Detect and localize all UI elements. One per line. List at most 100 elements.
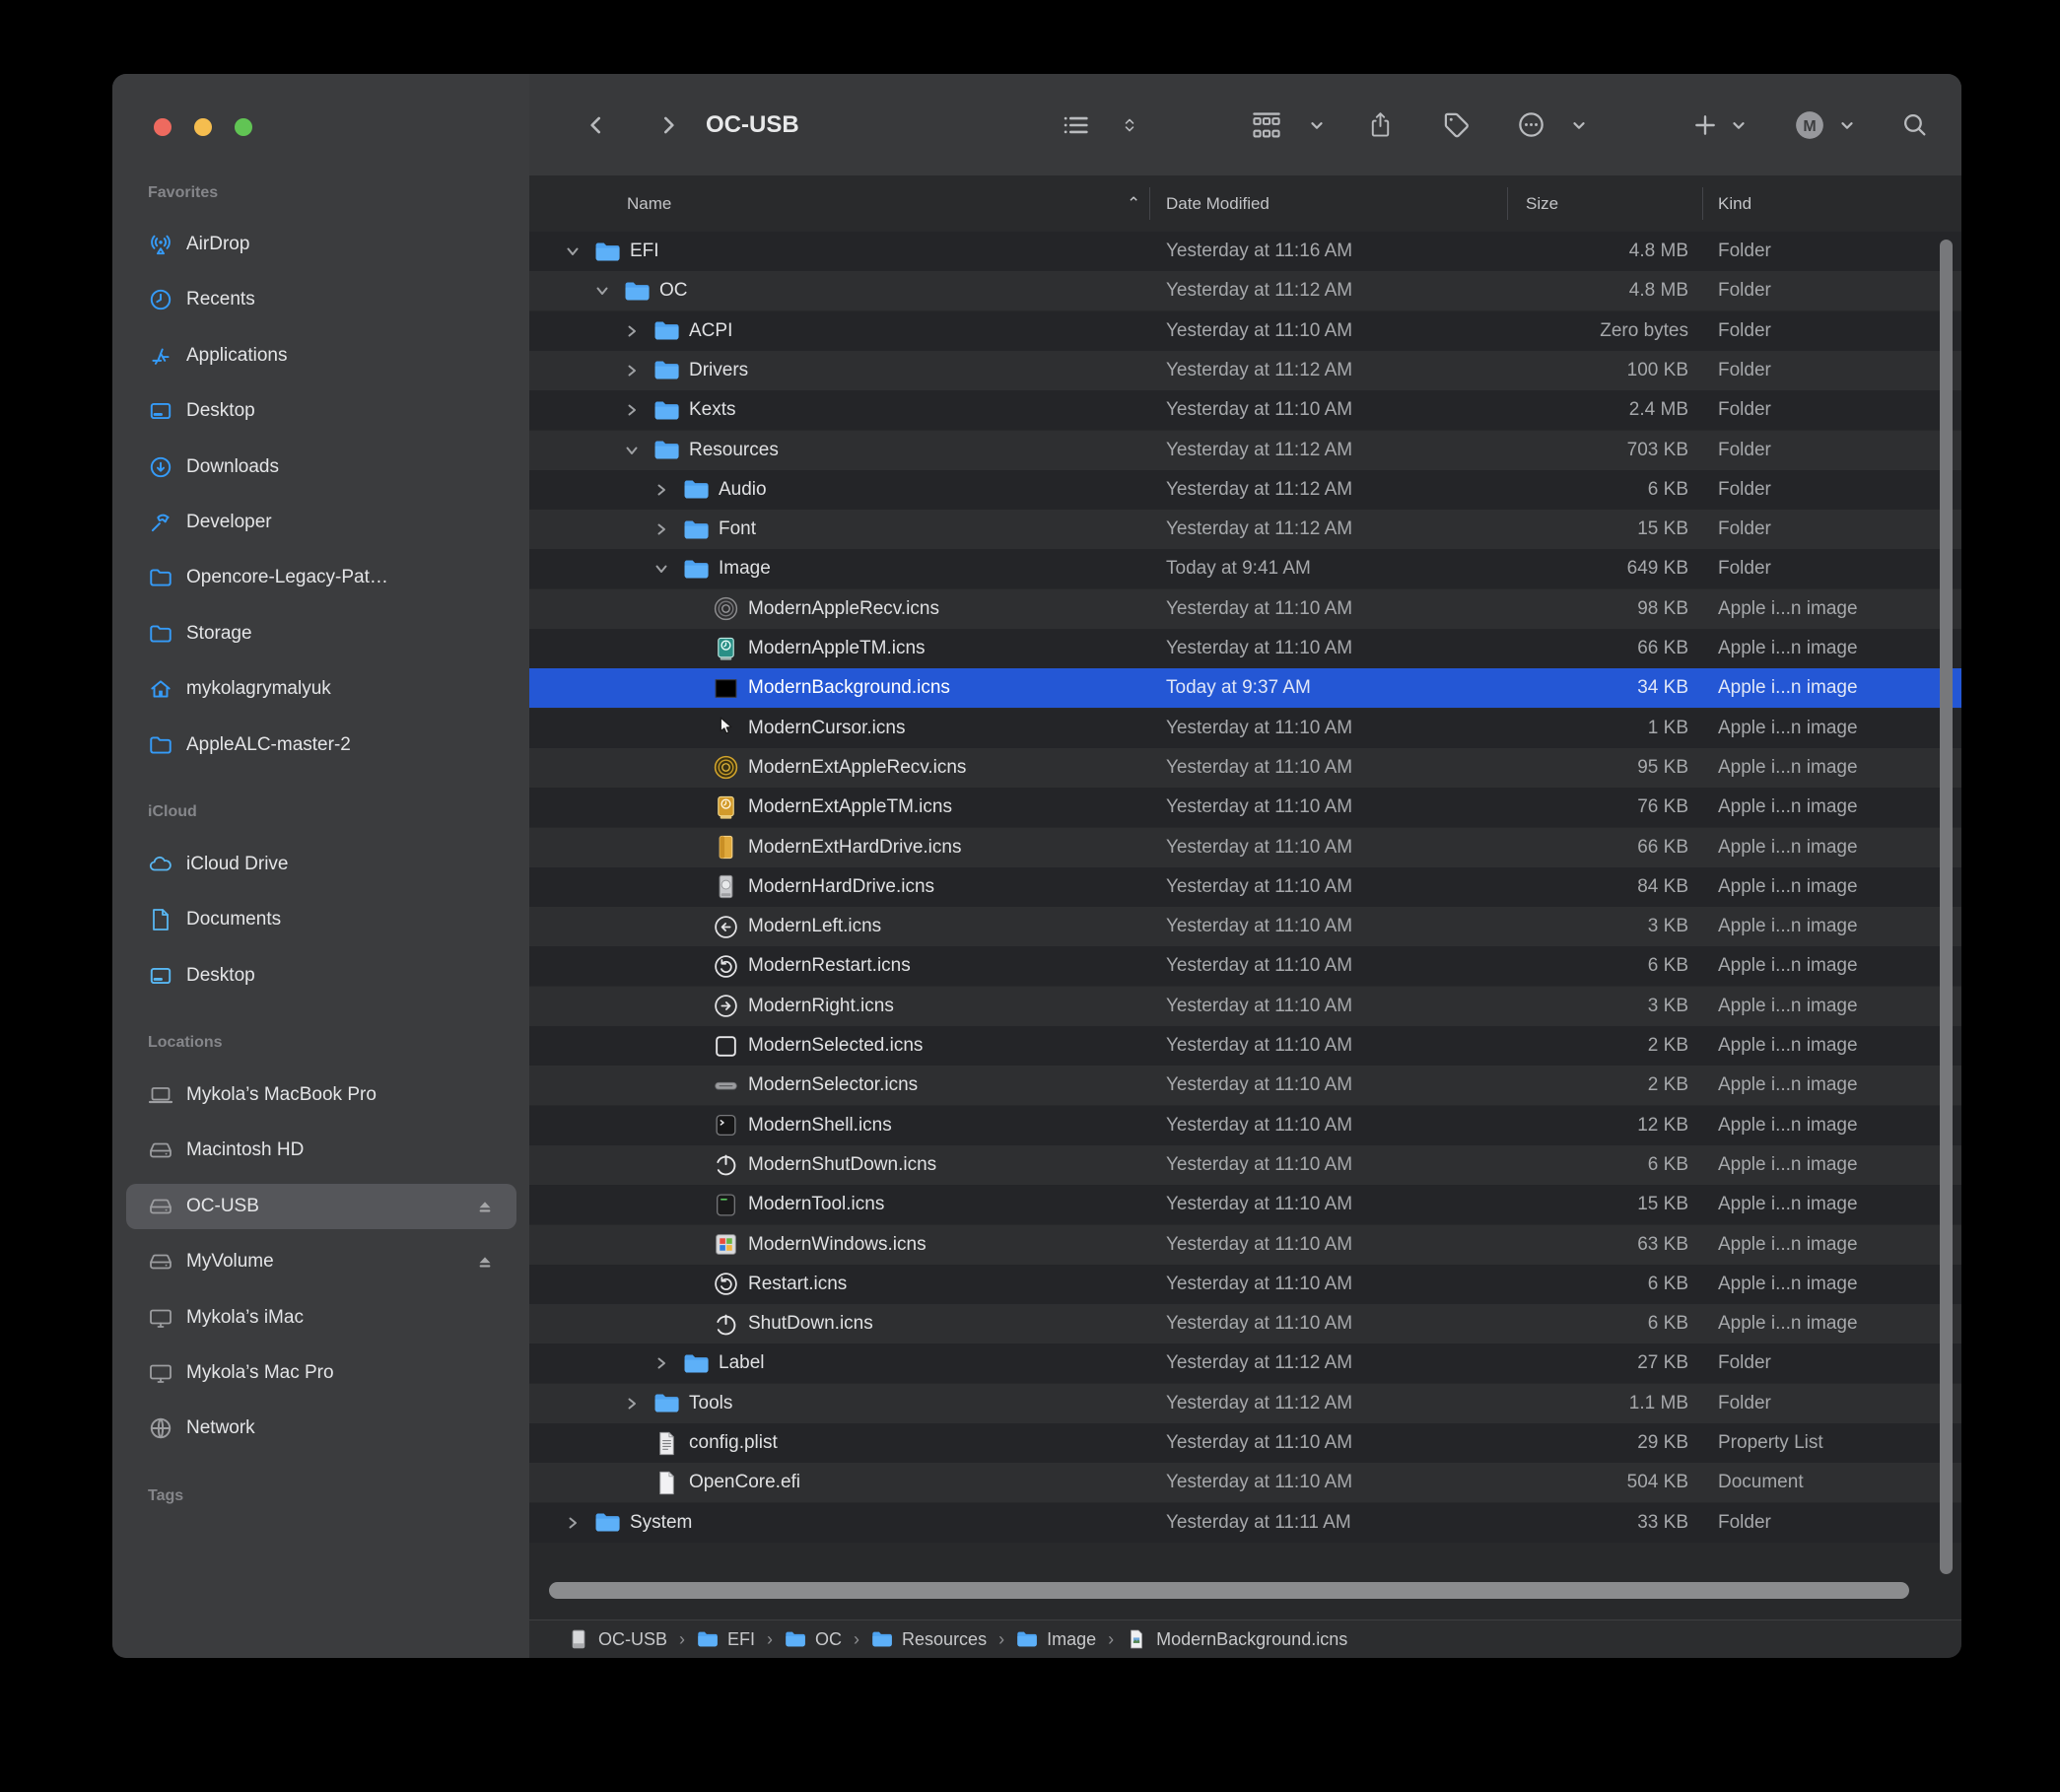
column-header-size[interactable]: Size <box>1526 175 1558 232</box>
file-row-drivers[interactable]: DriversYesterday at 11:12 AM100 KBFolder <box>529 351 1961 390</box>
disclosure-closed-icon[interactable] <box>625 311 639 351</box>
more-chevron-button[interactable] <box>1570 74 1588 175</box>
file-row-modernextharddrive-icns[interactable]: ModernExtHardDrive.icnsYesterday at 11:1… <box>529 828 1961 867</box>
sidebar-item-mykola-s-macbook-pro[interactable]: Mykola’s MacBook Pro <box>126 1072 516 1118</box>
file-row-modernextappletm-icns[interactable]: ModernExtAppleTM.icnsYesterday at 11:10 … <box>529 788 1961 827</box>
column-header-date[interactable]: Date Modified <box>1166 175 1270 232</box>
group-chevron-button[interactable] <box>1308 74 1326 175</box>
sidebar-item-network[interactable]: Network <box>126 1406 516 1451</box>
file-name: Drivers <box>689 351 748 390</box>
file-row-shutdown-icns[interactable]: ShutDown.icnsYesterday at 11:10 AM6 KBAp… <box>529 1304 1961 1344</box>
file-row-modernextapplerecv-icns[interactable]: ModernExtAppleRecv.icnsYesterday at 11:1… <box>529 748 1961 788</box>
sidebar-item-mykola-s-imac[interactable]: Mykola’s iMac <box>126 1295 516 1341</box>
path-item-modernbackground-icns[interactable]: ModernBackground.icns <box>1126 1628 1347 1650</box>
close-button[interactable] <box>154 118 172 136</box>
file-row-moderntool-icns[interactable]: ModernTool.icnsYesterday at 11:10 AM15 K… <box>529 1185 1961 1224</box>
sidebar-item-macintosh-hd[interactable]: Macintosh HD <box>126 1128 516 1173</box>
sidebar-item-applications[interactable]: Applications <box>126 333 516 379</box>
file-row-moderncursor-icns[interactable]: ModernCursor.icnsYesterday at 11:10 AM1 … <box>529 709 1961 748</box>
disclosure-open-icon[interactable] <box>595 271 609 310</box>
file-row-resources[interactable]: ResourcesYesterday at 11:12 AM703 KBFold… <box>529 431 1961 470</box>
sidebar-item-downloads[interactable]: Downloads <box>126 445 516 490</box>
path-item-image[interactable]: Image <box>1016 1628 1096 1650</box>
file-row-modernbackground-icns[interactable]: ModernBackground.icnsToday at 9:37 AM34 … <box>529 668 1961 708</box>
sidebar-item-mykola-s-mac-pro[interactable]: Mykola’s Mac Pro <box>126 1350 516 1396</box>
column-header-name[interactable]: Name <box>627 175 671 232</box>
new-button[interactable] <box>1692 74 1718 175</box>
column-header-kind[interactable]: Kind <box>1718 175 1751 232</box>
disclosure-closed-icon[interactable] <box>654 1344 668 1383</box>
account-button[interactable]: M <box>1794 74 1825 175</box>
path-item-resources[interactable]: Resources <box>871 1628 987 1650</box>
sidebar-item-developer[interactable]: Developer <box>126 500 516 545</box>
more-button[interactable] <box>1517 74 1545 175</box>
sidebar-item-applealc-master-2[interactable]: AppleALC-master-2 <box>126 723 516 768</box>
file-row-font[interactable]: FontYesterday at 11:12 AM15 KBFolder <box>529 510 1961 549</box>
forward-button[interactable] <box>655 74 681 175</box>
disclosure-closed-icon[interactable] <box>654 510 668 549</box>
file-row-opencore-efi[interactable]: OpenCore.efiYesterday at 11:10 AM504 KBD… <box>529 1463 1961 1502</box>
view-list-button[interactable] <box>1062 74 1091 175</box>
file-row-modernselected-icns[interactable]: ModernSelected.icnsYesterday at 11:10 AM… <box>529 1026 1961 1066</box>
file-row-image[interactable]: ImageToday at 9:41 AM649 KBFolder <box>529 549 1961 588</box>
file-row-modernapplerecv-icns[interactable]: ModernAppleRecv.icnsYesterday at 11:10 A… <box>529 589 1961 629</box>
file-kind: Folder <box>1718 1344 1771 1383</box>
back-button[interactable] <box>584 74 609 175</box>
search-button[interactable] <box>1901 74 1928 175</box>
sidebar-item-mykolagrymalyuk[interactable]: mykolagrymalyuk <box>126 666 516 712</box>
share-button[interactable] <box>1367 74 1394 175</box>
account-chevron-button[interactable] <box>1838 74 1856 175</box>
disclosure-open-icon[interactable] <box>625 431 639 470</box>
file-row-modernshutdown-icns[interactable]: ModernShutDown.icnsYesterday at 11:10 AM… <box>529 1145 1961 1185</box>
file-row-modernwindows-icns[interactable]: ModernWindows.icnsYesterday at 11:10 AM6… <box>529 1225 1961 1265</box>
file-row-oc[interactable]: OCYesterday at 11:12 AM4.8 MBFolder <box>529 271 1961 310</box>
path-item-oc-usb[interactable]: OC-USB <box>568 1628 667 1650</box>
eject-icon[interactable] <box>475 1197 495 1216</box>
file-row-modernrestart-icns[interactable]: ModernRestart.icnsYesterday at 11:10 AM6… <box>529 946 1961 986</box>
sidebar-item-recents[interactable]: Recents <box>126 277 516 322</box>
path-item-efi[interactable]: EFI <box>697 1628 755 1650</box>
sidebar-item-airdrop[interactable]: AirDrop <box>126 222 516 267</box>
tags-button[interactable] <box>1442 74 1471 175</box>
disclosure-closed-icon[interactable] <box>625 390 639 430</box>
disclosure-closed-icon[interactable] <box>625 351 639 390</box>
vertical-scrollbar[interactable] <box>1940 240 1953 1574</box>
file-row-modernshell-icns[interactable]: ModernShell.icnsYesterday at 11:10 AM12 … <box>529 1106 1961 1145</box>
sidebar-item-myvolume[interactable]: MyVolume <box>126 1239 516 1284</box>
file-row-acpi[interactable]: ACPIYesterday at 11:10 AMZero bytesFolde… <box>529 311 1961 351</box>
file-row-kexts[interactable]: KextsYesterday at 11:10 AM2.4 MBFolder <box>529 390 1961 430</box>
sidebar-item-oc-usb[interactable]: OC-USB <box>126 1184 516 1229</box>
file-row-tools[interactable]: ToolsYesterday at 11:12 AM1.1 MBFolder <box>529 1384 1961 1423</box>
sidebar-item-desktop[interactable]: Desktop <box>126 953 516 999</box>
minimize-button[interactable] <box>194 118 212 136</box>
file-row-label[interactable]: LabelYesterday at 11:12 AM27 KBFolder <box>529 1344 1961 1383</box>
zoom-button[interactable] <box>235 118 252 136</box>
sidebar-item-desktop[interactable]: Desktop <box>126 388 516 434</box>
file-row-modernappletm-icns[interactable]: ModernAppleTM.icnsYesterday at 11:10 AM6… <box>529 629 1961 668</box>
sidebar-item-documents[interactable]: Documents <box>126 897 516 942</box>
file-row-modernright-icns[interactable]: ModernRight.icnsYesterday at 11:10 AM3 K… <box>529 987 1961 1026</box>
file-date-modified: Yesterday at 11:12 AM <box>1166 271 1352 310</box>
disclosure-open-icon[interactable] <box>566 232 580 271</box>
disclosure-closed-icon[interactable] <box>566 1503 580 1543</box>
disclosure-open-icon[interactable] <box>654 549 668 588</box>
horizontal-scrollbar[interactable] <box>549 1582 1909 1599</box>
disclosure-closed-icon[interactable] <box>625 1384 639 1423</box>
disclosure-closed-icon[interactable] <box>654 470 668 510</box>
file-row-efi[interactable]: EFIYesterday at 11:16 AM4.8 MBFolder <box>529 232 1961 271</box>
view-sort-button[interactable] <box>1121 74 1138 175</box>
sidebar-item-icloud-drive[interactable]: iCloud Drive <box>126 842 516 887</box>
new-chevron-button[interactable] <box>1730 74 1748 175</box>
sidebar-item-opencore-legacy-pat[interactable]: Opencore-Legacy-Pat… <box>126 555 516 600</box>
eject-icon[interactable] <box>475 1252 495 1272</box>
file-row-system[interactable]: SystemYesterday at 11:11 AM33 KBFolder <box>529 1503 1961 1543</box>
file-row-modernleft-icns[interactable]: ModernLeft.icnsYesterday at 11:10 AM3 KB… <box>529 907 1961 946</box>
sidebar-item-storage[interactable]: Storage <box>126 611 516 656</box>
file-row-audio[interactable]: AudioYesterday at 11:12 AM6 KBFolder <box>529 470 1961 510</box>
group-button[interactable] <box>1251 74 1282 175</box>
file-row-modernharddrive-icns[interactable]: ModernHardDrive.icnsYesterday at 11:10 A… <box>529 867 1961 907</box>
path-item-oc[interactable]: OC <box>785 1628 842 1650</box>
file-row-restart-icns[interactable]: Restart.icnsYesterday at 11:10 AM6 KBApp… <box>529 1265 1961 1304</box>
file-row-modernselector-icns[interactable]: ModernSelector.icnsYesterday at 11:10 AM… <box>529 1066 1961 1105</box>
file-row-config-plist[interactable]: config.plistYesterday at 11:10 AM29 KBPr… <box>529 1423 1961 1463</box>
